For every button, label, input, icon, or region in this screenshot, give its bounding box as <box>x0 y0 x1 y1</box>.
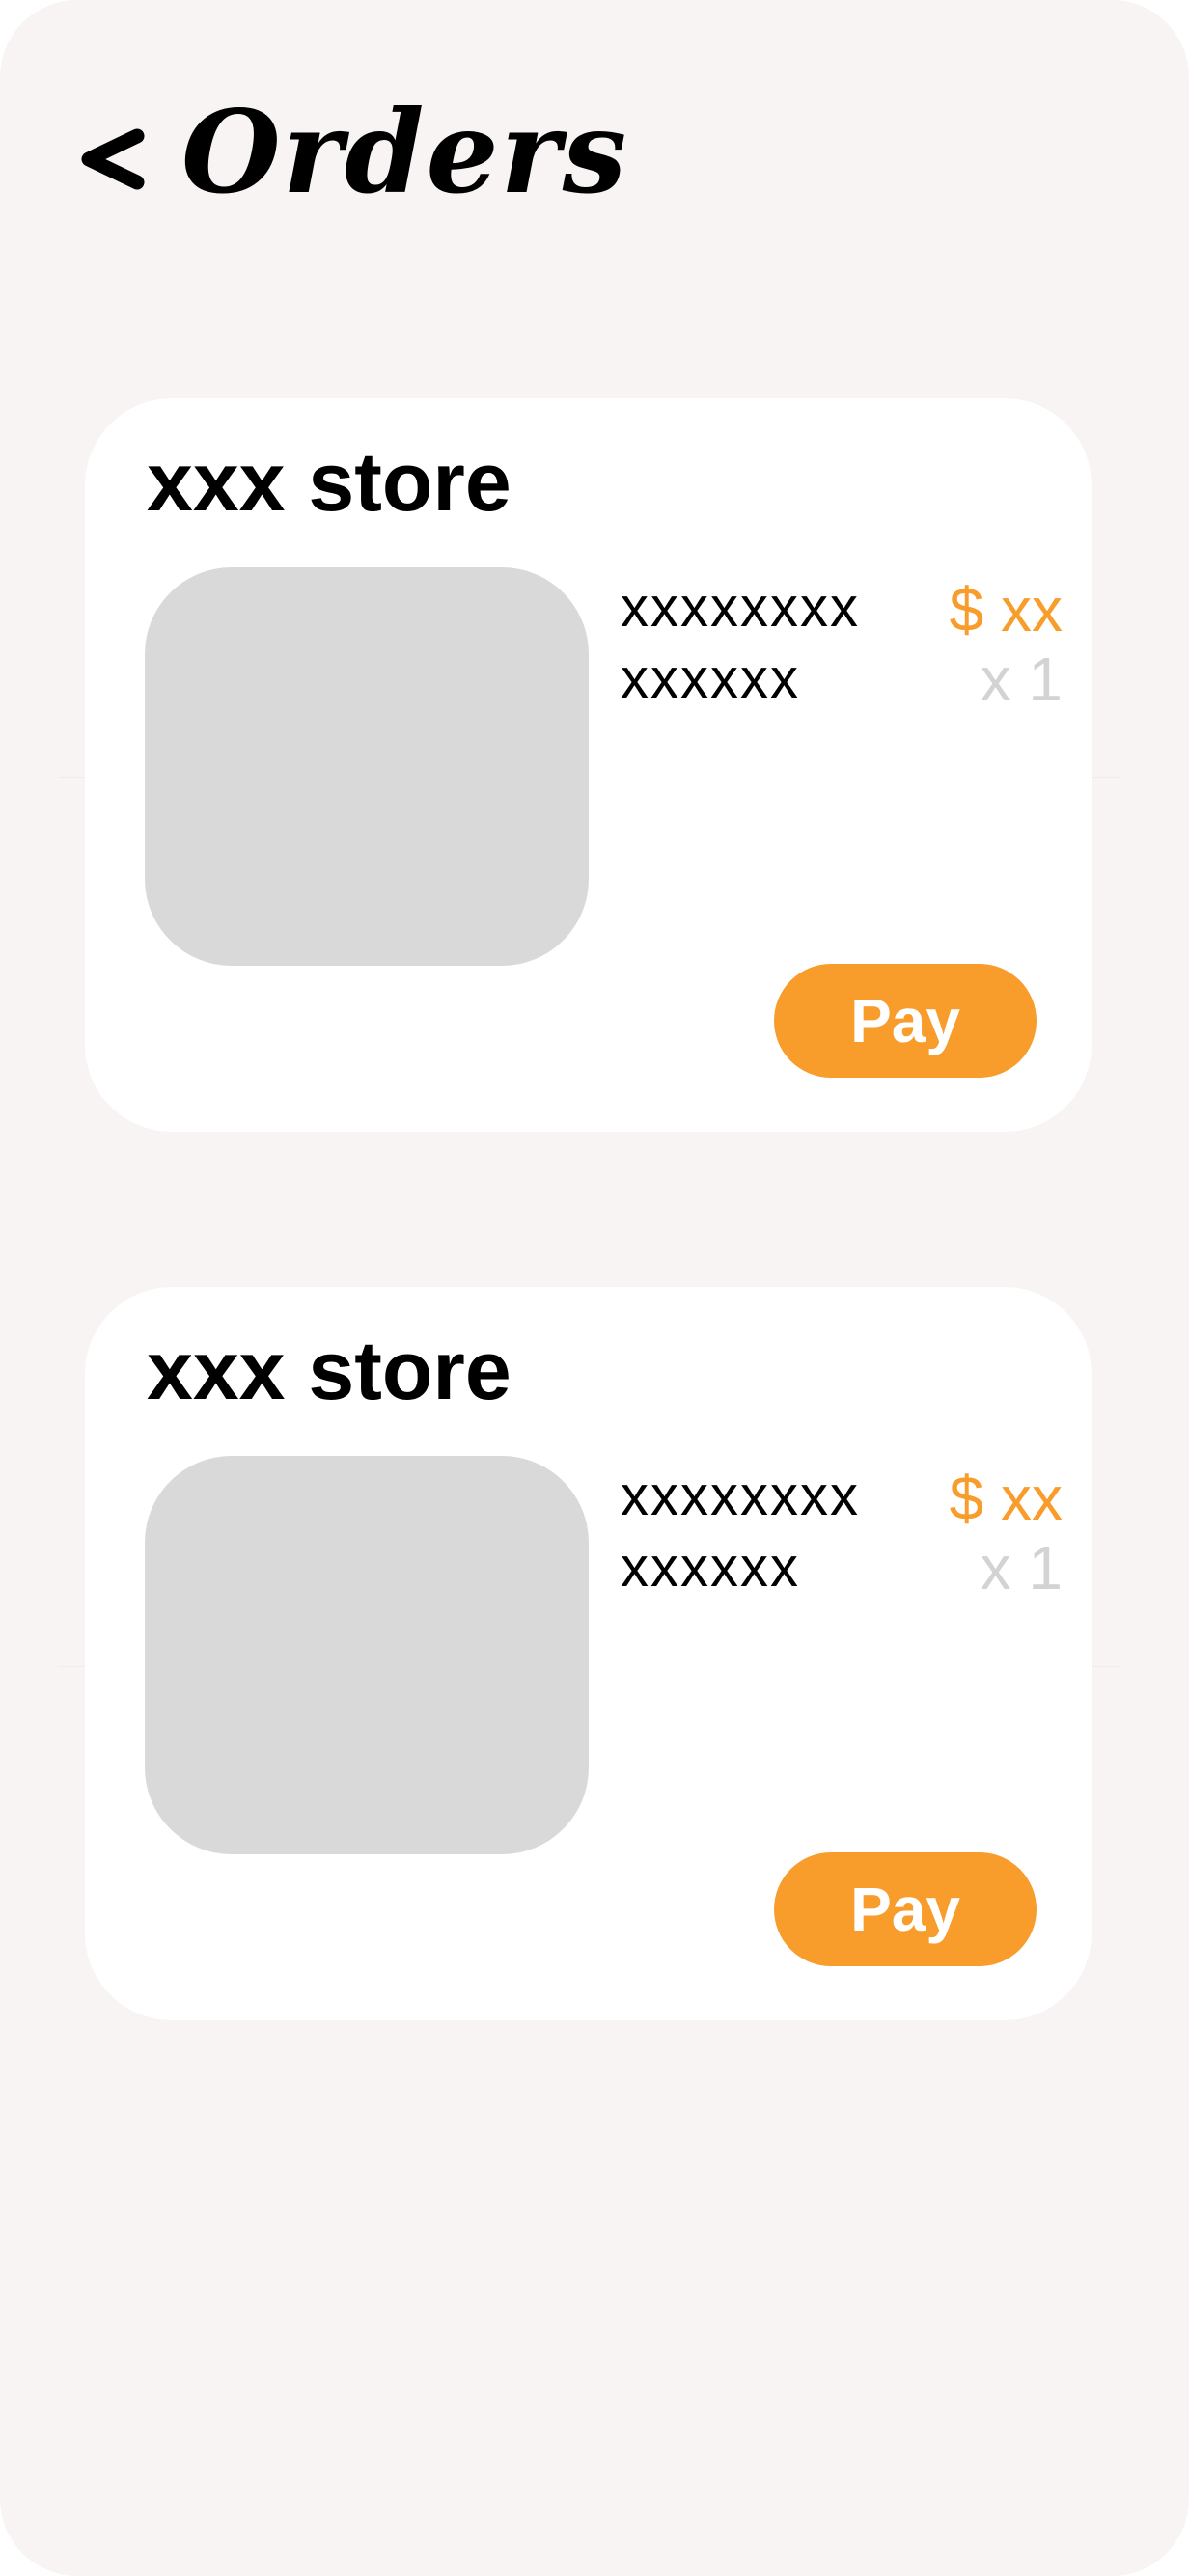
orders-screen: Orders xxx store xxxxxxxx xxxxxx $ xx x … <box>0 0 1189 2576</box>
store-name[interactable]: xxx store <box>147 437 512 529</box>
product-image-placeholder[interactable] <box>145 1456 589 1854</box>
product-image-placeholder[interactable] <box>145 567 589 966</box>
store-name[interactable]: xxx store <box>147 1326 512 1417</box>
item-price: $ xx <box>949 575 1063 644</box>
back-chevron-icon[interactable] <box>77 99 147 206</box>
order-card: xxx store xxxxxxxx xxxxxx $ xx x 1 Pay <box>85 1287 1092 2020</box>
pay-button[interactable]: Pay <box>774 964 1037 1078</box>
header: Orders <box>77 85 628 220</box>
item-quantity: x 1 <box>980 644 1063 714</box>
item-quantity: x 1 <box>980 1533 1063 1603</box>
item-variant: xxxxxx <box>621 647 800 710</box>
pay-button[interactable]: Pay <box>774 1852 1037 1966</box>
item-name: xxxxxxxx <box>621 1465 860 1527</box>
item-name: xxxxxxxx <box>621 576 860 639</box>
item-variant: xxxxxx <box>621 1536 800 1599</box>
order-card: xxx store xxxxxxxx xxxxxx $ xx x 1 Pay <box>85 398 1092 1132</box>
page-title: Orders <box>181 85 629 219</box>
item-price: $ xx <box>949 1464 1063 1533</box>
